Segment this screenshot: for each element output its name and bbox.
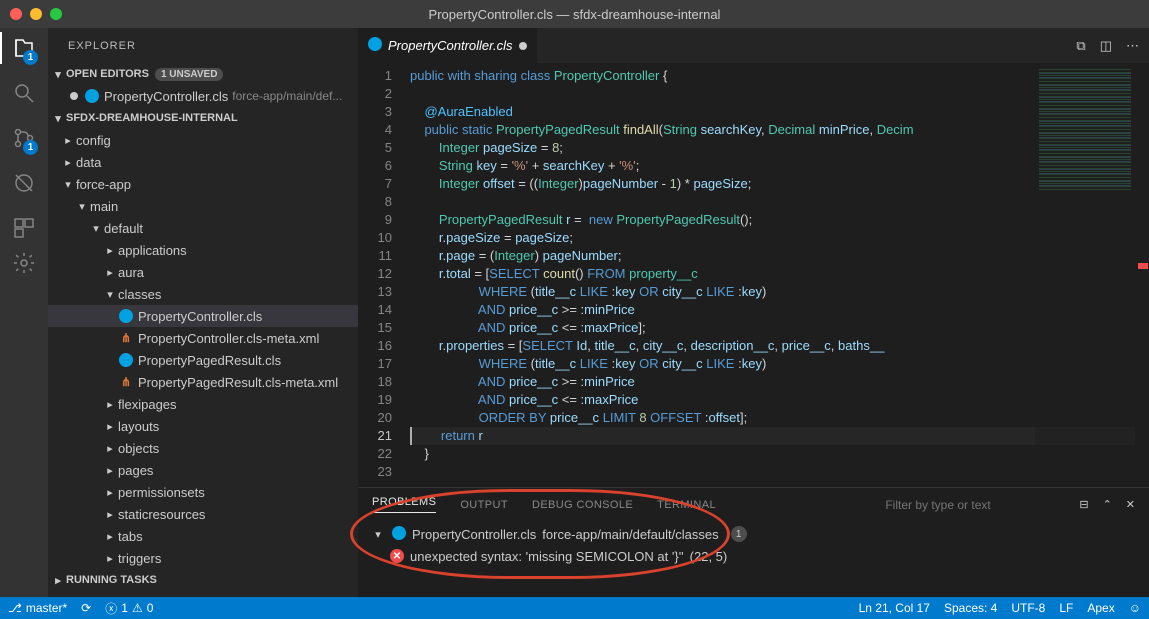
- apex-file-icon: [119, 353, 133, 367]
- tree-folder[interactable]: ▸objects: [48, 437, 358, 459]
- tree-folder[interactable]: ▸staticresources: [48, 503, 358, 525]
- tree-folder[interactable]: ▾classes: [48, 283, 358, 305]
- compare-icon[interactable]: ⧉: [1076, 38, 1085, 54]
- tree-file[interactable]: ⋔PropertyPagedResult.cls-meta.xml: [48, 371, 358, 393]
- file-tree: ▸config ▸data ▾force-app ▾main ▾default …: [48, 129, 358, 569]
- tree-folder[interactable]: ▸triggers: [48, 547, 358, 569]
- editor-area: PropertyController.cls ⧉ ◫ ⋯ 12345678910…: [358, 28, 1149, 597]
- scm-badge: 1: [23, 140, 38, 155]
- explorer-badge: 1: [23, 50, 38, 65]
- search-icon[interactable]: [12, 81, 36, 108]
- tree-folder[interactable]: ▸tabs: [48, 525, 358, 547]
- modified-dot-icon: [519, 42, 527, 50]
- open-editor-item[interactable]: PropertyController.cls force-app/main/de…: [48, 85, 358, 107]
- tree-folder[interactable]: ▸permissionsets: [48, 481, 358, 503]
- status-branch[interactable]: ⎇ master*: [8, 601, 67, 615]
- settings-gear-icon[interactable]: [12, 251, 36, 278]
- tree-folder[interactable]: ▸pages: [48, 459, 358, 481]
- extensions-icon[interactable]: [12, 216, 36, 243]
- xml-file-icon: ⋔: [118, 330, 134, 346]
- status-bar: ⎇ master* ⟳ ⓧ 1 ⚠ 0 Ln 21, Col 17 Spaces…: [0, 597, 1149, 619]
- split-editor-icon[interactable]: ◫: [1100, 38, 1112, 54]
- panel-close-icon[interactable]: ✕: [1126, 498, 1135, 511]
- code-editor[interactable]: 1234567891011121314151617181920212223 pu…: [358, 63, 1149, 487]
- apex-file-icon: [368, 37, 382, 51]
- explorer-icon[interactable]: 1: [12, 36, 36, 63]
- status-feedback-icon[interactable]: ☺: [1129, 601, 1141, 615]
- sidebar: EXPLORER ▾ OPEN EDITORS 1 UNSAVED Proper…: [48, 28, 358, 597]
- tree-folder[interactable]: ▸aura: [48, 261, 358, 283]
- more-icon[interactable]: ⋯: [1126, 38, 1139, 54]
- tab-output[interactable]: OUTPUT: [460, 499, 508, 511]
- open-editors-header[interactable]: ▾ OPEN EDITORS 1 UNSAVED: [48, 63, 358, 85]
- status-errors[interactable]: ⓧ 1 ⚠ 0: [105, 600, 153, 617]
- tree-folder[interactable]: ▾default: [48, 217, 358, 239]
- xml-file-icon: ⋔: [118, 374, 134, 390]
- unsaved-badge: 1 UNSAVED: [155, 68, 224, 81]
- tree-folder[interactable]: ▸flexipages: [48, 393, 358, 415]
- chevron-down-icon: ▾: [372, 528, 384, 541]
- status-language[interactable]: Apex: [1087, 601, 1114, 615]
- window-title: PropertyController.cls — sfdx-dreamhouse…: [0, 7, 1149, 22]
- explorer-header: EXPLORER: [48, 28, 358, 63]
- status-encoding[interactable]: UTF-8: [1011, 601, 1045, 615]
- chevron-down-icon: ▾: [52, 112, 64, 125]
- tree-folder[interactable]: ▾force-app: [48, 173, 358, 195]
- running-tasks-header[interactable]: ▸ RUNNING TASKS: [48, 569, 358, 591]
- source-control-icon[interactable]: 1: [12, 126, 36, 153]
- titlebar: PropertyController.cls — sfdx-dreamhouse…: [0, 0, 1149, 28]
- close-window[interactable]: [10, 8, 22, 20]
- tree-folder[interactable]: ▸config: [48, 129, 358, 151]
- collapse-all-icon[interactable]: ⊟: [1079, 498, 1088, 511]
- tab-problems[interactable]: PROBLEMS: [372, 496, 436, 513]
- tree-file[interactable]: PropertyPagedResult.cls: [48, 349, 358, 371]
- filter-input[interactable]: [885, 498, 1055, 512]
- bottom-panel: PROBLEMS OUTPUT DEBUG CONSOLE TERMINAL ⊟…: [358, 487, 1149, 597]
- editor-tab[interactable]: PropertyController.cls: [358, 28, 538, 63]
- problem-count-badge: 1: [731, 526, 747, 542]
- editor-tabs: PropertyController.cls ⧉ ◫ ⋯: [358, 28, 1149, 63]
- scrollbar[interactable]: [1135, 63, 1149, 487]
- error-marker[interactable]: [1138, 263, 1148, 269]
- problem-message-row[interactable]: ✕ unexpected syntax: 'missing SEMICOLON …: [372, 545, 1135, 567]
- tree-folder[interactable]: ▸data: [48, 151, 358, 173]
- line-gutter: 1234567891011121314151617181920212223: [358, 63, 404, 487]
- status-eol[interactable]: LF: [1059, 601, 1073, 615]
- debug-icon[interactable]: [12, 171, 36, 198]
- modified-dot-icon: [70, 92, 78, 100]
- activity-bar: 1 1: [0, 28, 48, 597]
- apex-file-icon: [392, 526, 406, 540]
- problem-file-row[interactable]: ▾ PropertyController.cls force-app/main/…: [372, 523, 1135, 545]
- error-icon: ✕: [390, 549, 404, 563]
- status-indent[interactable]: Spaces: 4: [944, 601, 997, 615]
- chevron-down-icon: ▾: [52, 68, 64, 81]
- tree-folder[interactable]: ▸layouts: [48, 415, 358, 437]
- apex-file-icon: [85, 89, 99, 103]
- tree-file[interactable]: ⋔PropertyController.cls-meta.xml: [48, 327, 358, 349]
- panel-maximize-icon[interactable]: ⌃: [1103, 498, 1112, 511]
- tab-debug-console[interactable]: DEBUG CONSOLE: [532, 499, 633, 511]
- window-controls: [10, 8, 62, 20]
- status-sync[interactable]: ⟳: [81, 601, 91, 615]
- tab-terminal[interactable]: TERMINAL: [657, 499, 716, 511]
- minimize-window[interactable]: [30, 8, 42, 20]
- tree-folder[interactable]: ▸applications: [48, 239, 358, 261]
- tree-folder[interactable]: ▾main: [48, 195, 358, 217]
- chevron-right-icon: ▸: [52, 574, 64, 587]
- maximize-window[interactable]: [50, 8, 62, 20]
- workspace-header[interactable]: ▾ SFDX-DREAMHOUSE-INTERNAL: [48, 107, 358, 129]
- apex-file-icon: [119, 309, 133, 323]
- tree-file-selected[interactable]: PropertyController.cls: [48, 305, 358, 327]
- minimap[interactable]: [1035, 63, 1135, 487]
- status-cursor[interactable]: Ln 21, Col 17: [859, 601, 930, 615]
